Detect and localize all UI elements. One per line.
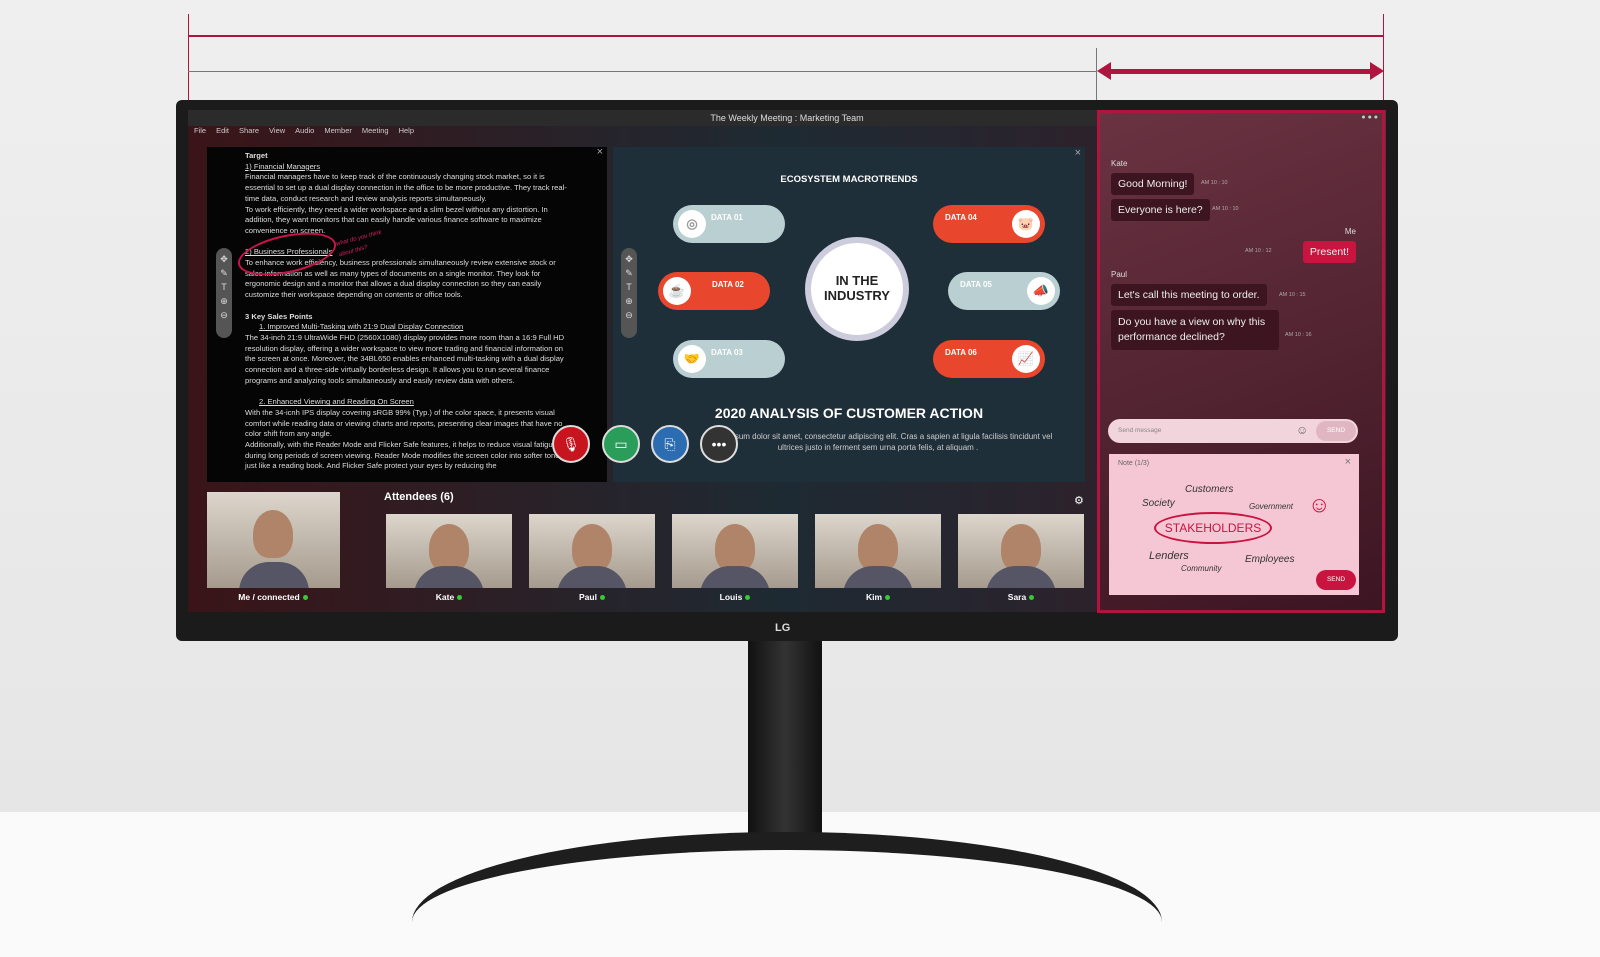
attendees-title: Attendees (6): [384, 491, 454, 503]
video-tile-kate[interactable]: [386, 514, 512, 588]
attendee-label: Me / connected: [210, 592, 336, 602]
text-icon: T: [221, 282, 227, 292]
globe-icon: ◎: [678, 210, 706, 238]
video-tile-louis[interactable]: [672, 514, 798, 588]
annotation-toolbar[interactable]: ✥ ✎ T ⊕ ⊖: [216, 248, 232, 338]
more-button[interactable]: •••: [700, 425, 738, 463]
video-tile-paul[interactable]: [529, 514, 655, 588]
data-item: 🤝 DATA 03: [673, 340, 785, 378]
mic-button[interactable]: 🎙: [552, 425, 590, 463]
document-panel: Target 1) Financial Managers Financial m…: [207, 147, 607, 482]
piggy-bank-icon: 🐷: [1012, 210, 1040, 238]
zoom-out-icon: ⊖: [220, 310, 228, 320]
megaphone-icon: 📣: [1027, 277, 1055, 305]
close-icon[interactable]: ×: [1075, 147, 1081, 159]
attendee-label: Kate: [386, 592, 512, 602]
data-item: 🐷 DATA 04: [933, 205, 1045, 243]
monitor-stand: [748, 641, 822, 841]
menu-audio[interactable]: Audio: [295, 126, 314, 138]
camera-button[interactable]: ▭: [602, 425, 640, 463]
highlight-frame: [1097, 110, 1385, 613]
attendee-label: Sara: [958, 592, 1084, 602]
width-arrow: [1110, 69, 1370, 74]
menu-view[interactable]: View: [269, 126, 285, 138]
share-screen-button[interactable]: ⎘: [651, 425, 689, 463]
attendee-label: Kim: [815, 592, 941, 602]
chart-icon: 📈: [1012, 345, 1040, 373]
settings-icon[interactable]: ⚙: [1074, 494, 1084, 507]
menu-member[interactable]: Member: [324, 126, 352, 138]
move-icon: ✥: [220, 254, 228, 264]
annotation-toolbar[interactable]: ✥ ✎ T ⊕ ⊖: [621, 248, 637, 338]
video-tile-me[interactable]: [207, 492, 340, 588]
data-item: ◎ DATA 01: [673, 205, 785, 243]
video-tile-sara[interactable]: [958, 514, 1084, 588]
data-item: 📣 DATA 05: [948, 272, 1060, 310]
menu-meeting[interactable]: Meeting: [362, 126, 389, 138]
data-item: 📈 DATA 06: [933, 340, 1045, 378]
attendee-label: Paul: [529, 592, 655, 602]
handshake-icon: 🤝: [678, 345, 706, 373]
video-tile-kim[interactable]: [815, 514, 941, 588]
menu-bar: File Edit Share View Audio Member Meetin…: [188, 126, 1098, 138]
brand-logo: LG: [775, 622, 791, 634]
cup-icon: ☕: [663, 277, 691, 305]
menu-file[interactable]: File: [194, 126, 206, 138]
menu-edit[interactable]: Edit: [216, 126, 229, 138]
zoom-in-icon: ⊕: [220, 296, 228, 306]
center-circle: IN THE INDUSTRY: [805, 237, 909, 341]
monitor-base: [412, 832, 1162, 922]
pen-icon: ✎: [220, 268, 228, 278]
close-icon[interactable]: ×: [597, 147, 603, 158]
menu-share[interactable]: Share: [239, 126, 259, 138]
data-item: ☕ DATA 02: [658, 272, 770, 310]
menu-help[interactable]: Help: [399, 126, 414, 138]
attendee-label: Louis: [672, 592, 798, 602]
